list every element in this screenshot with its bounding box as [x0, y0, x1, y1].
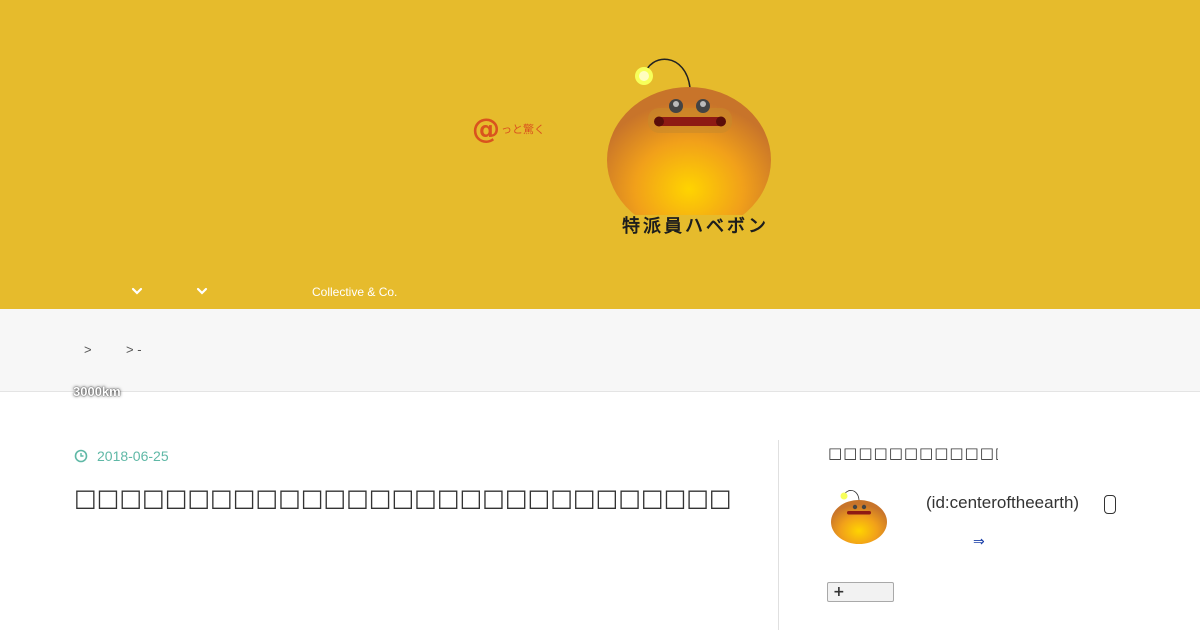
- nav-dropdown-1[interactable]: [130, 284, 144, 298]
- column-divider: [778, 440, 779, 630]
- plus-icon: +: [833, 584, 845, 600]
- chevron-down-icon: [131, 287, 143, 295]
- clock-icon: [74, 449, 88, 463]
- site-header: @っと驚く 特派員ハベボン Collective & Co.: [0, 0, 1200, 309]
- nav-dropdown-2[interactable]: [195, 284, 209, 298]
- chevron-down-icon: [196, 287, 208, 295]
- sidebar-more-link[interactable]: ⇒: [973, 534, 985, 550]
- global-nav: Collective & Co.: [0, 276, 1200, 309]
- sidebar-profile-heading: □□□□□□□□□□□□□□□□: [828, 444, 998, 462]
- nav-link-collective[interactable]: Collective & Co.: [312, 285, 397, 299]
- post-date-text: 2018-06-25: [97, 448, 169, 464]
- mascot-logo-icon[interactable]: [598, 50, 783, 215]
- follow-button[interactable]: +: [827, 582, 894, 602]
- post-title[interactable]: □□□□□□□□□□□□□□□□□□□□□□□□□□□□□: [74, 484, 754, 512]
- avatar[interactable]: [828, 486, 890, 546]
- site-logo-at[interactable]: @っと驚く: [472, 112, 545, 145]
- sidebar-badge-icon[interactable]: [1104, 495, 1116, 514]
- category-tagline[interactable]: 3000km: [73, 384, 121, 399]
- logo-at-text: っと驚く: [501, 122, 545, 136]
- breadcrumb-sep: > -: [126, 342, 142, 357]
- breadcrumb-sep: >: [84, 342, 92, 357]
- site-title[interactable]: 特派員ハベボン: [622, 212, 769, 238]
- sidebar-user-id[interactable]: (id:centeroftheearth): [926, 493, 1079, 513]
- post-date[interactable]: 2018-06-25: [74, 448, 169, 464]
- breadcrumb: > > -: [0, 309, 1200, 392]
- logo-at-mark: @: [472, 112, 500, 145]
